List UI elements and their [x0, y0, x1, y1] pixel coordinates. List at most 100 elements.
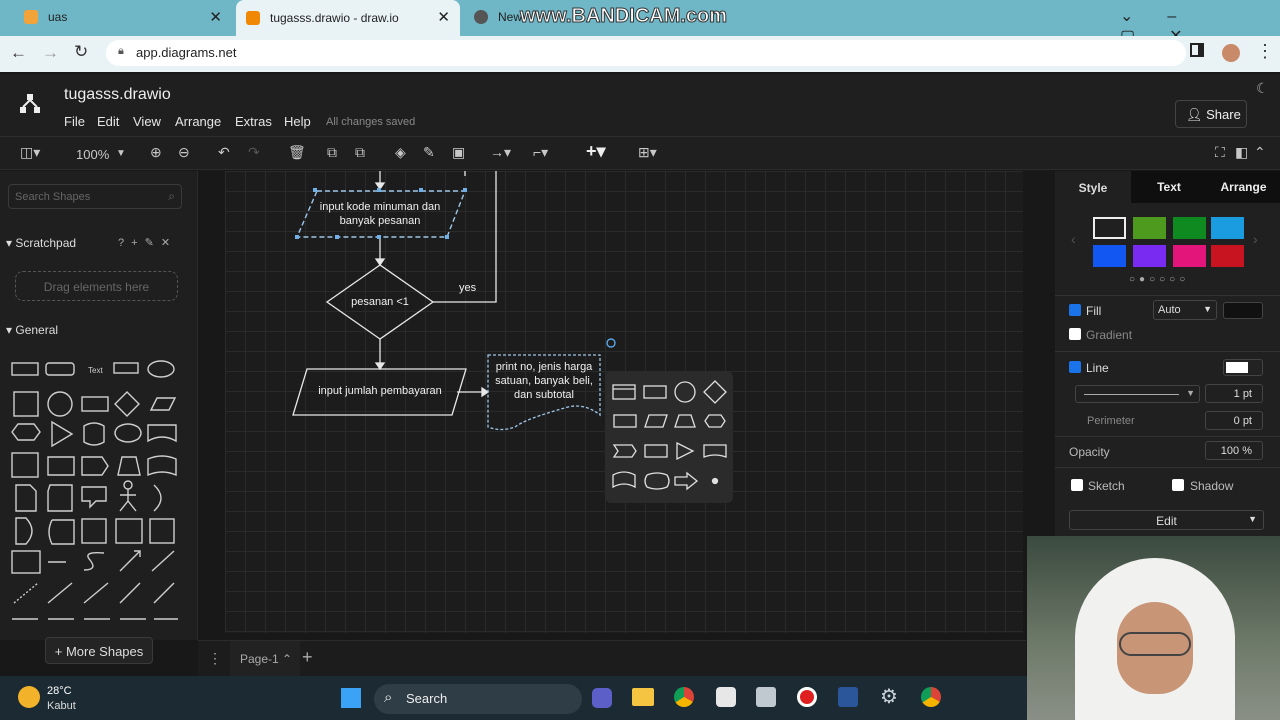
sidebar-icon[interactable]	[1190, 43, 1204, 57]
swatch-2[interactable]	[1133, 217, 1166, 239]
menu-extras[interactable]: Extras	[235, 114, 272, 129]
more-shapes-button[interactable]: + More Shapes	[45, 637, 153, 664]
teams-icon[interactable]	[592, 688, 612, 708]
page-tab[interactable]: Page-1 ⌃	[230, 641, 300, 677]
fill-checkbox[interactable]	[1069, 304, 1081, 316]
chevron-down-icon: ▼	[1248, 514, 1257, 524]
add-page-icon[interactable]: +	[302, 647, 313, 668]
swatch-6[interactable]	[1133, 245, 1166, 267]
fill-color-button[interactable]	[1223, 302, 1263, 319]
fill-mode-select[interactable]: Auto ▼	[1153, 300, 1217, 320]
tab-drawio[interactable]: tugasss.drawio - draw.io ✕	[236, 0, 460, 36]
collapse-icon[interactable]: ⌃	[1254, 144, 1266, 161]
connection-icon[interactable]: →▾	[490, 144, 511, 161]
general-shapes-grid[interactable]: Text	[8, 355, 188, 625]
chrome-active-icon[interactable]	[921, 687, 941, 707]
line-color-button[interactable]	[1223, 359, 1263, 376]
scratchpad-tools[interactable]: ? + ✎ ✕	[118, 236, 170, 249]
swatch-5[interactable]	[1093, 245, 1126, 267]
swatch-8[interactable]	[1211, 245, 1244, 267]
yes-label: yes	[459, 282, 477, 294]
file-title[interactable]: tugasss.drawio	[64, 86, 171, 104]
tab-arrange[interactable]: Arrange	[1207, 171, 1280, 203]
taskbar-search[interactable]: ⌕ Search	[374, 684, 582, 714]
reload-icon[interactable]: ↻	[74, 42, 88, 62]
swatch-7[interactable]	[1173, 245, 1206, 267]
chrome-icon[interactable]	[674, 687, 694, 707]
sketch-checkbox[interactable]	[1071, 479, 1083, 491]
menu-dots-icon[interactable]: ⋮	[1256, 41, 1274, 62]
swatch-next-icon[interactable]: ›	[1253, 231, 1258, 247]
windows-start-icon[interactable]	[340, 687, 362, 709]
shape-picker-icons[interactable]	[605, 371, 733, 503]
search-icon: ⌕	[168, 189, 175, 203]
zoom-out-icon[interactable]: ⊖	[178, 144, 190, 161]
scratchpad-dropzone[interactable]: Drag elements here	[15, 271, 178, 301]
fill-color-icon[interactable]: ◈	[395, 144, 406, 161]
line-color-icon[interactable]: ✎	[423, 144, 435, 161]
format-panel-icon[interactable]: ◫▾	[20, 144, 40, 161]
line-checkbox[interactable]	[1069, 361, 1081, 373]
general-header[interactable]: ▾ General	[6, 323, 58, 337]
to-back-icon[interactable]: ⧉	[355, 144, 365, 161]
perimeter-field[interactable]: 0 pt	[1205, 411, 1263, 430]
settings-gear-icon[interactable]: ⚙	[880, 687, 898, 707]
line-style-select[interactable]: ▼	[1075, 385, 1200, 403]
pages-menu-icon[interactable]: ⋮	[208, 650, 222, 667]
redo-icon[interactable]: ↷	[248, 144, 260, 161]
payment-label: input jumlah pembayaran	[318, 385, 442, 397]
bandicam-record-icon[interactable]	[797, 687, 817, 707]
swatch-3[interactable]	[1173, 217, 1206, 239]
file-explorer-icon[interactable]	[632, 688, 654, 706]
search-shapes-input[interactable]: Search Shapes ⌕	[8, 184, 182, 209]
diagram-canvas[interactable]: input kode minuman dan banyak pesanan pe…	[225, 171, 1023, 633]
panel-toggle-icon[interactable]: ◧	[1235, 144, 1248, 161]
scratchpad-header[interactable]: ▾ Scratchpad	[6, 236, 76, 250]
url-field[interactable]: 🔒︎ app.diagrams.net	[106, 40, 1186, 66]
close-icon[interactable]: ✕	[209, 8, 222, 26]
zoom-in-icon[interactable]: ⊕	[150, 144, 162, 161]
waypoints-icon[interactable]: ⌐▾	[533, 144, 548, 161]
profile-avatar[interactable]	[1222, 44, 1240, 62]
weather-icon[interactable]	[18, 686, 40, 708]
tab-uas[interactable]: uas ✕	[14, 0, 232, 34]
zoom-select[interactable]: 100%	[76, 147, 109, 162]
swatch-4[interactable]	[1211, 217, 1244, 239]
tab-style[interactable]: Style	[1055, 171, 1131, 203]
fullscreen-icon[interactable]: ⛶	[1215, 144, 1225, 161]
shape-picker-popup[interactable]	[605, 371, 733, 503]
forward-icon[interactable]: →	[42, 43, 59, 63]
back-icon[interactable]: ←	[10, 43, 27, 63]
close-icon[interactable]: ✕	[437, 8, 450, 26]
menu-arrange[interactable]: Arrange	[175, 114, 221, 129]
browser-tab-bar: uas ✕ tugasss.drawio - draw.io ✕ New www…	[0, 0, 1280, 45]
opacity-field[interactable]: 100 %	[1205, 441, 1263, 460]
to-front-icon[interactable]: ⧉	[327, 144, 337, 161]
menu-view[interactable]: View	[133, 114, 161, 129]
menu-help[interactable]: Help	[284, 114, 311, 129]
gradient-checkbox[interactable]	[1069, 328, 1081, 340]
shadow-icon[interactable]: ▣	[452, 144, 465, 161]
menu-edit[interactable]: Edit	[97, 114, 119, 129]
edit-style-button[interactable]: Edit ▼	[1069, 510, 1264, 530]
delete-icon[interactable]: 🗑︎	[288, 144, 306, 161]
tab-text[interactable]: Text	[1131, 171, 1207, 203]
tab-label: New	[498, 10, 523, 24]
line-width-field[interactable]: 1 pt	[1205, 384, 1263, 403]
insert-icon[interactable]: +▾	[586, 141, 606, 162]
zoom-chevron-icon[interactable]: ▼	[116, 148, 126, 159]
undo-icon[interactable]: ↶	[218, 144, 230, 161]
word-icon[interactable]	[838, 687, 858, 707]
shadow-checkbox[interactable]	[1172, 479, 1184, 491]
webcam-glasses	[1119, 632, 1191, 656]
store-icon[interactable]	[716, 687, 736, 707]
snipping-tool-icon[interactable]	[756, 687, 776, 707]
share-button[interactable]: 👤︎ Share	[1175, 100, 1247, 128]
swatch-page-dots[interactable]: ○●○○○○	[1129, 274, 1189, 285]
theme-moon-icon[interactable]: ☾	[1256, 80, 1269, 97]
swatch-1[interactable]	[1093, 217, 1126, 239]
swatch-prev-icon[interactable]: ‹	[1071, 231, 1076, 247]
table-icon[interactable]: ⊞▾	[638, 144, 657, 161]
menu-file[interactable]: File	[64, 114, 85, 129]
divider	[1055, 467, 1280, 468]
